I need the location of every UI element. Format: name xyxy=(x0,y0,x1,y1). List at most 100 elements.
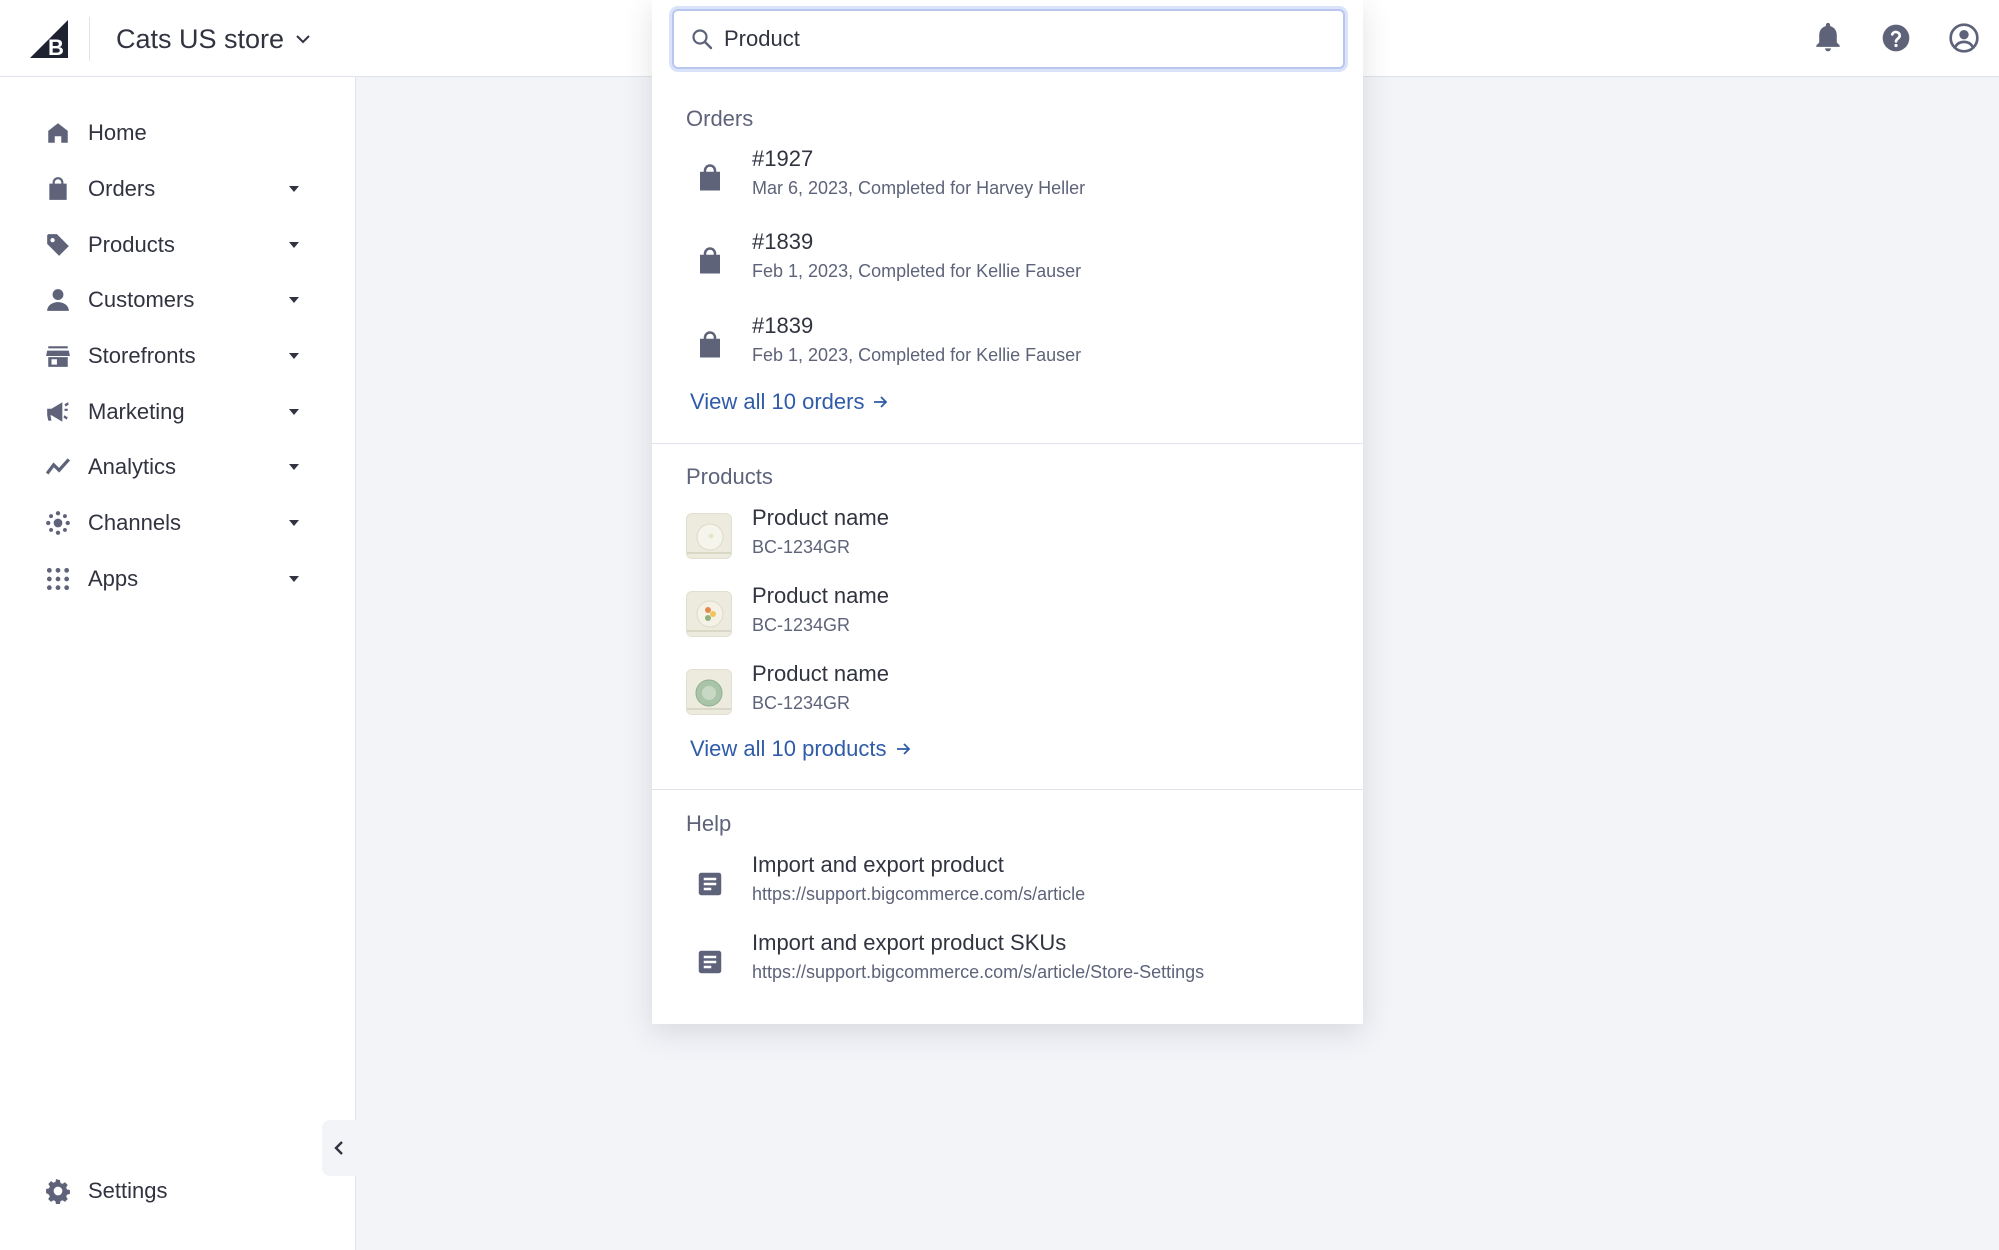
shopping-bag-icon xyxy=(44,175,72,203)
sidebar-item-label: Orders xyxy=(88,176,156,201)
chevron-left-icon xyxy=(334,1141,343,1155)
caret-down-icon[interactable] xyxy=(286,348,302,364)
sidebar-item-label: Products xyxy=(88,232,175,257)
shopping-bag-icon xyxy=(692,327,728,363)
store-name: Cats US store xyxy=(116,23,285,54)
home-icon xyxy=(44,119,72,147)
section-divider xyxy=(652,789,1363,790)
shopping-bag-icon xyxy=(692,160,728,196)
sidebar-item-customers[interactable]: Customers xyxy=(0,274,356,326)
sidebar-item-label: Storefronts xyxy=(88,343,196,368)
order-result[interactable]: #1927 Mar 6, 2023, Completed for Harvey … xyxy=(652,146,1363,220)
sidebar-item-label: Customers xyxy=(88,287,195,312)
order-details: Feb 1, 2023, Completed for Kellie Fauser xyxy=(752,345,1082,365)
sidebar-item-channels[interactable]: Channels xyxy=(0,497,356,549)
help-article-result[interactable]: Import and export product SKUs https://s… xyxy=(652,930,1363,1004)
caret-down-icon[interactable] xyxy=(286,571,302,587)
order-details: Mar 6, 2023, Completed for Harvey Heller xyxy=(752,178,1086,198)
caret-down-icon[interactable] xyxy=(286,237,302,253)
caret-down-icon[interactable] xyxy=(286,181,302,197)
shopping-bag-icon xyxy=(692,243,728,279)
sidebar-item-storefronts[interactable]: Storefronts xyxy=(0,330,356,382)
gear-icon xyxy=(44,1177,72,1205)
header-actions xyxy=(1807,17,1985,59)
bell-icon xyxy=(1816,22,1840,52)
view-all-orders-label: View all 10 orders xyxy=(690,389,865,414)
channels-hub-icon xyxy=(44,509,72,537)
search-results-dropdown: Orders #1927 Mar 6, 2023, Completed for … xyxy=(652,0,1363,1024)
help-article-url: https://support.bigcommerce.com/s/articl… xyxy=(752,884,1086,904)
arrow-right-icon xyxy=(874,396,888,408)
help-article-title: Import and export product xyxy=(752,852,1004,877)
product-name: Product name xyxy=(752,505,889,530)
product-name: Product name xyxy=(752,661,889,686)
sidebar-item-orders[interactable]: Orders xyxy=(0,163,356,215)
storefront-icon xyxy=(44,342,72,370)
tag-icon xyxy=(44,231,72,259)
help-button[interactable] xyxy=(1875,17,1917,59)
sidebar-item-analytics[interactable]: Analytics xyxy=(0,441,356,493)
search-input[interactable] xyxy=(724,19,1324,59)
sidebar-item-products[interactable]: Products xyxy=(0,219,356,271)
order-number: #1927 xyxy=(752,146,814,171)
help-article-result[interactable]: Import and export product https://suppor… xyxy=(652,852,1363,926)
caret-down-icon[interactable] xyxy=(286,404,302,420)
settings-label: Settings xyxy=(88,1178,168,1203)
megaphone-icon xyxy=(44,398,72,426)
section-divider xyxy=(652,443,1363,444)
bigcommerce-logo-icon[interactable]: B xyxy=(28,20,68,60)
header-divider xyxy=(89,17,90,61)
svg-text:B: B xyxy=(48,35,64,58)
product-result[interactable]: Product name BC-1234GR xyxy=(652,661,1363,735)
account-button[interactable] xyxy=(1943,17,1985,59)
document-icon xyxy=(692,866,728,902)
order-details: Feb 1, 2023, Completed for Kellie Fauser xyxy=(752,261,1082,281)
sidebar-item-settings[interactable]: Settings xyxy=(0,1165,356,1217)
sidebar-item-marketing[interactable]: Marketing xyxy=(0,386,356,438)
view-all-products-link[interactable]: View all 10 products xyxy=(690,736,913,762)
product-thumbnail xyxy=(686,513,732,559)
person-icon xyxy=(44,286,72,314)
sidebar-nav: Home Orders Products Customers Storefron… xyxy=(0,77,356,1250)
store-switcher[interactable]: Cats US store xyxy=(116,20,312,58)
help-article-url: https://support.bigcommerce.com/s/articl… xyxy=(752,962,1205,982)
help-section-title: Help xyxy=(686,811,732,836)
caret-down-icon[interactable] xyxy=(286,292,302,308)
product-result[interactable]: Product name BC-1234GR xyxy=(652,505,1363,579)
sidebar-item-label: Analytics xyxy=(88,454,177,479)
order-result[interactable]: #1839 Feb 1, 2023, Completed for Kellie … xyxy=(652,313,1363,387)
search-box[interactable] xyxy=(672,9,1345,69)
product-thumbnail xyxy=(686,591,732,637)
order-result[interactable]: #1839 Feb 1, 2023, Completed for Kellie … xyxy=(652,229,1363,303)
orders-section-title: Orders xyxy=(686,106,754,131)
help-circle-icon xyxy=(1882,24,1910,52)
sidebar-item-label: Home xyxy=(88,120,147,145)
product-name: Product name xyxy=(752,583,889,608)
notifications-button[interactable] xyxy=(1807,17,1849,59)
apps-grid-icon xyxy=(44,565,72,593)
sidebar-item-label: Apps xyxy=(88,566,139,591)
products-section-title: Products xyxy=(686,464,773,489)
user-circle-icon xyxy=(1949,23,1979,53)
caret-down-icon[interactable] xyxy=(286,515,302,531)
help-article-title: Import and export product SKUs xyxy=(752,930,1067,955)
caret-down-icon[interactable] xyxy=(286,459,302,475)
product-sku: BC-1234GR xyxy=(752,615,851,635)
chevron-down-icon xyxy=(296,35,310,44)
sidebar-item-home[interactable]: Home xyxy=(0,107,356,159)
product-result[interactable]: Product name BC-1234GR xyxy=(652,583,1363,657)
product-sku: BC-1234GR xyxy=(752,537,851,557)
order-number: #1839 xyxy=(752,313,814,338)
product-thumbnail xyxy=(686,669,732,715)
product-sku: BC-1234GR xyxy=(752,693,851,713)
view-all-orders-link[interactable]: View all 10 orders xyxy=(690,389,890,415)
order-number: #1839 xyxy=(752,229,814,254)
search-icon xyxy=(692,29,713,50)
arrow-right-icon xyxy=(896,743,910,755)
sidebar-item-label: Marketing xyxy=(88,399,185,424)
document-icon xyxy=(692,944,728,980)
view-all-products-label: View all 10 products xyxy=(690,736,887,761)
trending-line-icon xyxy=(44,453,72,481)
sidebar-item-label: Channels xyxy=(88,510,181,535)
sidebar-item-apps[interactable]: Apps xyxy=(0,553,356,605)
